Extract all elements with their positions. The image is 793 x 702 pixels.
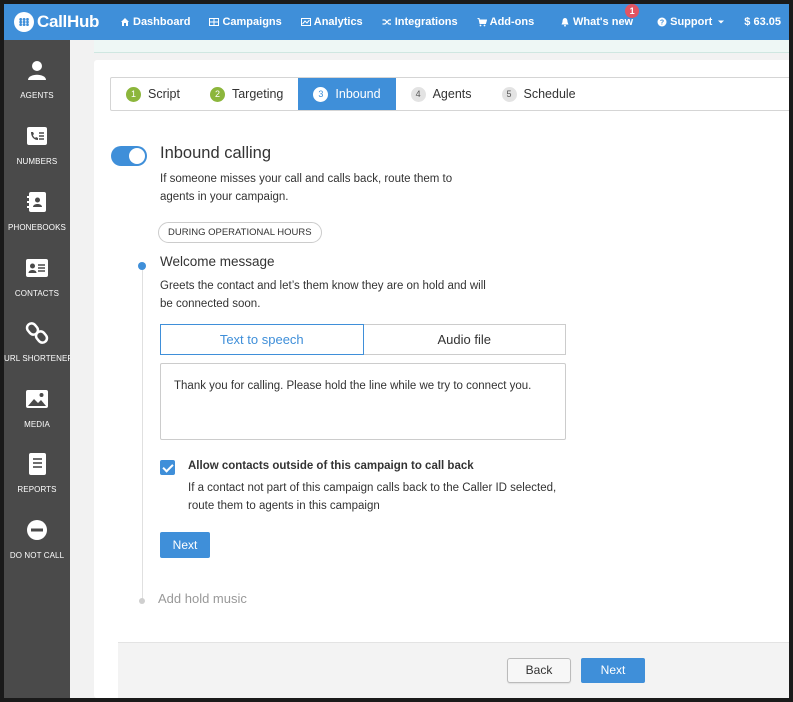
wizard-stepper: 1 Script 2 Targeting 3 Inbound 4 Agents … (110, 77, 789, 111)
welcome-message-textarea[interactable]: Thank you for calling. Please hold the l… (160, 363, 566, 440)
sidebar-item-reports[interactable]: REPORTS (4, 452, 70, 494)
tab-audio-file[interactable]: Audio file (363, 324, 566, 355)
back-button[interactable]: Back (507, 658, 571, 683)
welcome-message-title: Welcome message (160, 254, 275, 269)
step-number: 1 (126, 86, 141, 102)
sidebar-item-url-shortener[interactable]: URL SHORTENER (4, 321, 74, 363)
main-nav: Dashboard Campaigns Analytics Integratio… (120, 4, 553, 40)
sidebar-item-label: DO NOT CALL (9, 551, 65, 560)
campaign-wizard-card: 1 Script 2 Targeting 3 Inbound 4 Agents … (94, 60, 789, 698)
nav-campaigns[interactable]: Campaigns (209, 16, 282, 28)
operational-hours-badge: DURING OPERATIONAL HOURS (158, 222, 322, 243)
bell-icon (561, 18, 569, 27)
sidebar-item-agents[interactable]: AGENTS (4, 58, 70, 100)
welcome-next-button[interactable]: Next (160, 532, 210, 558)
brand[interactable]: CallHub (4, 12, 120, 32)
nav-campaigns-label: Campaigns (222, 16, 282, 28)
svg-text:?: ? (660, 20, 664, 27)
link-icon (25, 322, 49, 344)
support-menu[interactable]: ? Support (657, 16, 725, 28)
question-circle-icon: ? (657, 17, 667, 27)
timeline-dot-active (138, 262, 146, 270)
notification-badge: 1 (625, 4, 640, 18)
nav-addons[interactable]: Add-ons (477, 16, 535, 28)
nav-integrations-label: Integrations (394, 16, 458, 28)
step-script[interactable]: 1 Script (111, 78, 195, 110)
step-label: Targeting (231, 87, 284, 101)
sidebar-item-label: AGENTS (20, 91, 54, 100)
sidebar: AGENTS NUMBERS PHONEBOOKS CONTACTS URL S… (4, 40, 74, 698)
chart-icon (300, 18, 311, 26)
toggle-knob (129, 148, 145, 164)
callhub-logo-icon (14, 12, 34, 32)
step-label: Agents (432, 87, 472, 101)
sidebar-item-contacts[interactable]: CONTACTS (4, 256, 70, 298)
shuffle-icon (382, 19, 391, 25)
caret-down-icon (718, 20, 725, 24)
support-label: Support (670, 16, 713, 28)
cart-icon (477, 18, 487, 27)
home-icon (121, 18, 129, 26)
sidebar-item-numbers[interactable]: NUMBERS (4, 124, 70, 166)
account-balance[interactable]: $ 63.05 (744, 16, 781, 28)
whats-new-label: What's new (573, 16, 634, 28)
sidebar-item-label: NUMBERS (16, 157, 58, 166)
next-button[interactable]: Next (581, 658, 645, 683)
phone-list-icon (27, 127, 47, 145)
wizard-footer: Back Next (118, 642, 789, 698)
step-number: 2 (209, 86, 225, 102)
step-number: 5 (501, 86, 517, 102)
welcome-message-description: Greets the contact and let’s them know t… (160, 280, 486, 310)
tab-text-to-speech[interactable]: Text to speech (160, 324, 364, 355)
brand-name: CallHub (37, 12, 100, 31)
inbound-calling-title: Inbound calling (160, 144, 272, 162)
add-hold-music-step[interactable]: Add hold music (158, 591, 247, 606)
nav-dashboard[interactable]: Dashboard (120, 16, 190, 28)
nav-analytics-label: Analytics (313, 16, 363, 28)
step-number: 3 (313, 86, 329, 102)
main-content: 1 Script 2 Targeting 3 Inbound 4 Agents … (70, 40, 789, 698)
sidebar-item-phonebooks[interactable]: PHONEBOOKS (4, 190, 70, 232)
step-schedule[interactable]: 5 Schedule (487, 78, 591, 110)
whats-new-button[interactable]: What's new 1 (560, 4, 640, 28)
step-targeting[interactable]: 2 Targeting (195, 78, 298, 110)
timeline-dot-todo (139, 598, 145, 604)
person-icon (28, 61, 46, 80)
step-agents[interactable]: 4 Agents (396, 78, 487, 110)
message-type-tabs: Text to speech Audio file (160, 324, 566, 355)
sidebar-item-media[interactable]: MEDIA (4, 387, 70, 429)
nav-dashboard-label: Dashboard (133, 16, 191, 28)
inbound-calling-description: If someone misses your call and calls ba… (160, 173, 453, 203)
step-label: Schedule (523, 87, 576, 101)
notice-strip (94, 40, 789, 53)
grid-icon (209, 18, 220, 26)
step-label: Inbound (335, 87, 381, 101)
phonebook-icon (27, 192, 46, 212)
nav-integrations[interactable]: Integrations (382, 16, 458, 28)
allow-callback-description: If a contact not part of this campaign c… (188, 482, 557, 512)
nav-right: What's new 1 ? Support $ 63.05 (560, 4, 789, 40)
report-icon (29, 453, 46, 475)
block-icon (27, 520, 47, 540)
sidebar-item-label: CONTACTS (14, 289, 60, 298)
sidebar-item-label: URL SHORTENER (4, 354, 74, 363)
nav-addons-label: Add-ons (489, 16, 535, 28)
sidebar-item-label: PHONEBOOKS (8, 223, 66, 232)
step-inbound[interactable]: 3 Inbound (298, 78, 396, 110)
step-number: 4 (410, 86, 426, 102)
step-label: Script (148, 87, 180, 101)
sidebar-item-do-not-call[interactable]: DO NOT CALL (4, 518, 70, 560)
inbound-calling-toggle[interactable] (111, 146, 147, 166)
nav-analytics[interactable]: Analytics (300, 16, 363, 28)
sidebar-item-label: MEDIA (24, 420, 50, 429)
contact-card-icon (26, 259, 48, 277)
top-navbar: CallHub Dashboard Campaigns Analytics In… (4, 4, 789, 40)
allow-callback-checkbox[interactable] (160, 460, 175, 475)
allow-callback-label: Allow contacts outside of this campaign … (188, 460, 474, 472)
image-icon (26, 390, 48, 408)
app-window: CallHub Dashboard Campaigns Analytics In… (4, 4, 789, 698)
sidebar-item-label: REPORTS (17, 485, 57, 494)
timeline-line (142, 264, 143, 600)
